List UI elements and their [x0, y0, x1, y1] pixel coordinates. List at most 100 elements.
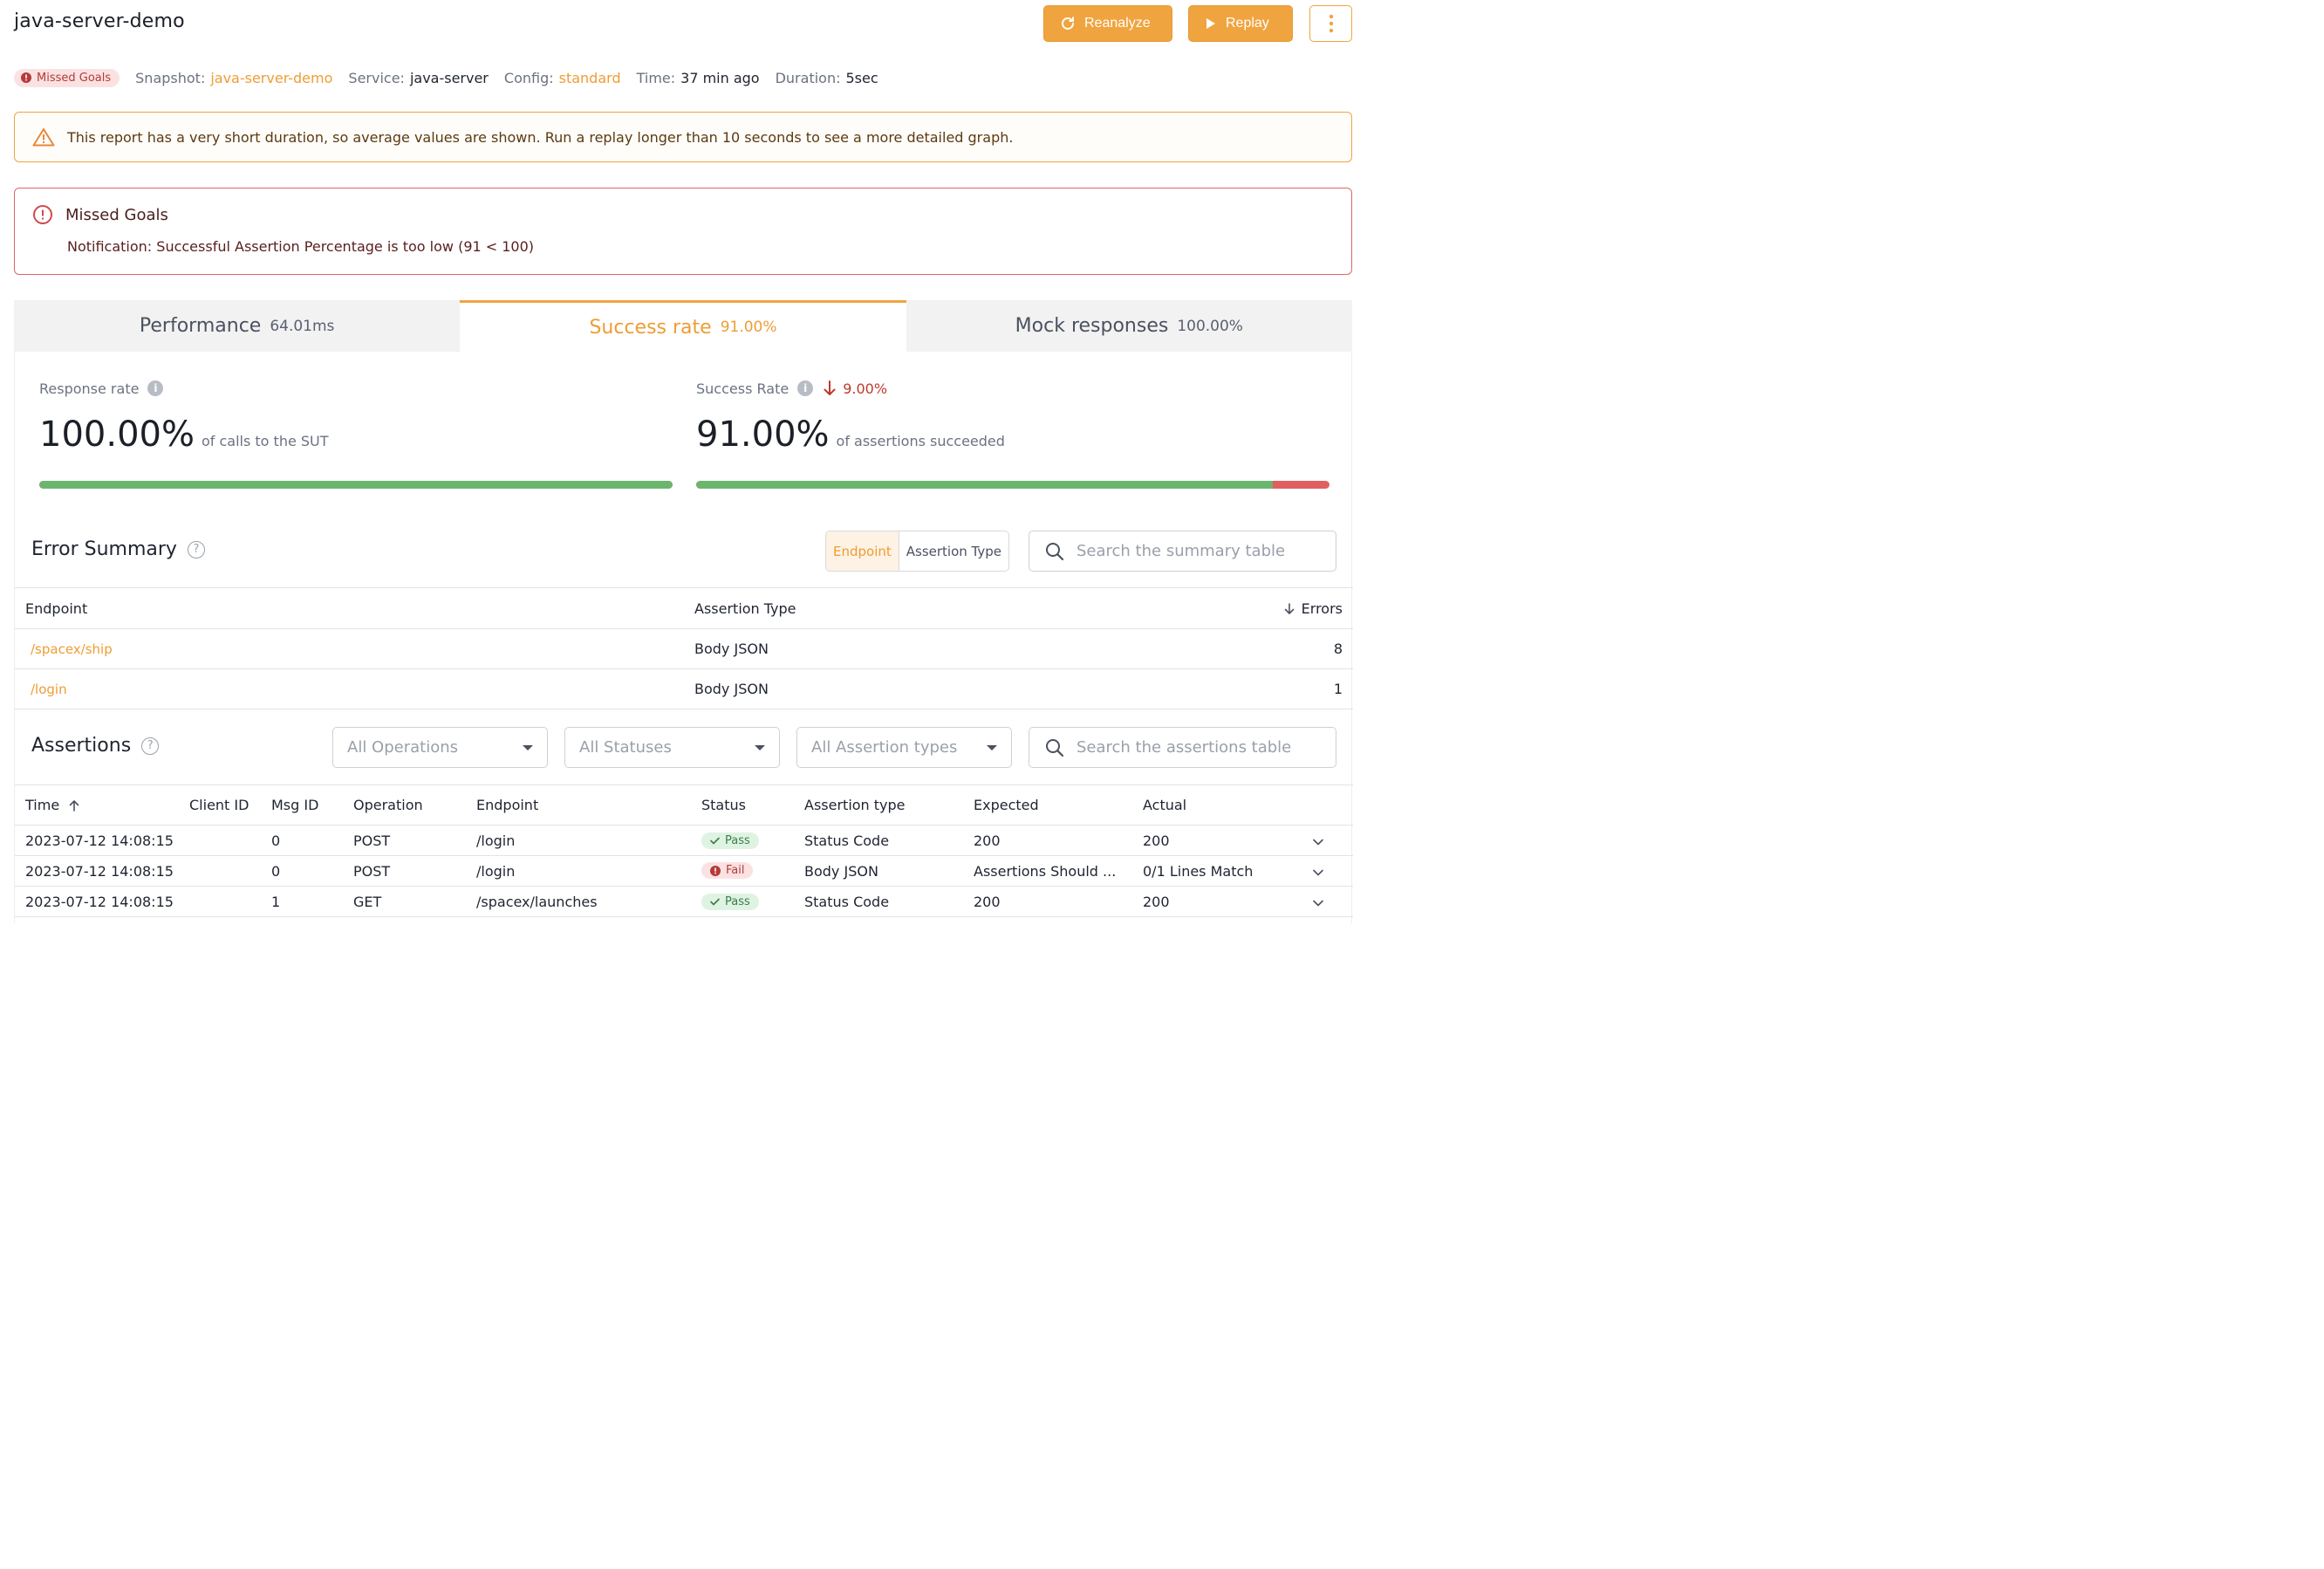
assertion-types-filter[interactable]: All Assertion types [796, 727, 1012, 768]
table-row[interactable]: 2023-07-12 14:08:15 0 POST /login Pass S… [15, 825, 1353, 856]
success-rate-label: Success Rate [696, 380, 789, 397]
operation-cell: GET [343, 886, 466, 917]
response-rate-stat: Response rate i 100.00% of calls to the … [39, 378, 673, 489]
client-id-cell [179, 825, 261, 856]
summary-search-placeholder: Search the summary table [1077, 542, 1286, 560]
toggle-endpoint[interactable]: Endpoint [826, 531, 899, 571]
replay-label: Replay [1226, 16, 1269, 31]
operation-cell: POST [343, 855, 466, 887]
page-title: java-server-demo [14, 10, 185, 32]
time-label: Time: [636, 69, 676, 86]
success-rate-panel: Response rate i 100.00% of calls to the … [14, 352, 1353, 923]
time-cell: 2023-07-12 14:08:15 [15, 855, 179, 887]
toggle-assertion-type[interactable]: Assertion Type [899, 531, 1008, 571]
table-row: /login Body JSON 1 [15, 668, 1353, 709]
status-label: Pass [725, 834, 750, 847]
actual-cell: 0/1 Lines Match [1132, 855, 1302, 887]
status-fail-badge: Fail [701, 862, 754, 880]
play-icon [1206, 18, 1215, 29]
info-icon[interactable]: i [797, 380, 814, 396]
status-label: Fail [726, 864, 745, 878]
service-value: java-server [409, 69, 489, 86]
column-header-msg-id[interactable]: Msg ID [261, 784, 343, 826]
expand-cell[interactable] [1302, 825, 1353, 856]
statuses-filter-value: All Statuses [579, 738, 672, 757]
chevron-down-icon [1313, 900, 1323, 906]
help-icon[interactable]: ? [187, 540, 205, 558]
endpoint-link[interactable]: /spacex/ship [15, 628, 684, 669]
status-cell: Fail [691, 855, 794, 887]
column-header-time[interactable]: Time [15, 784, 179, 826]
errors-cell: 1 [1207, 668, 1353, 709]
column-header-errors[interactable]: Errors [1207, 587, 1353, 629]
alert-icon [710, 865, 721, 876]
column-header-assertion-type[interactable]: Assertion Type [684, 587, 1207, 629]
duration-label: Duration: [775, 69, 841, 86]
check-icon [710, 898, 720, 906]
expand-cell[interactable] [1302, 886, 1353, 917]
group-by-toggle: Endpoint Assertion Type [825, 531, 1010, 572]
warning-text: This report has a very short duration, s… [67, 128, 1014, 146]
statuses-filter[interactable]: All Statuses [564, 727, 780, 768]
column-header-assertion-type[interactable]: Assertion type [794, 784, 963, 826]
column-header-client-id[interactable]: Client ID [179, 784, 261, 826]
table-row: /spacex/ship Body JSON 8 [15, 628, 1353, 669]
table-row[interactable]: 2023-07-12 14:08:15 1 GET /spacex/launch… [15, 886, 1353, 917]
help-icon[interactable]: ? [141, 737, 160, 755]
endpoint-cell: /login [466, 825, 691, 856]
config-link[interactable]: standard [559, 70, 621, 86]
status-cell: Pass [691, 886, 794, 917]
operations-filter[interactable]: All Operations [332, 727, 548, 768]
operation-cell: POST [343, 825, 466, 856]
alert-icon [21, 72, 31, 83]
expand-cell[interactable] [1302, 855, 1353, 887]
config-label: Config: [503, 69, 554, 86]
assertion-type-cell: Body JSON [684, 668, 1207, 709]
reanalyze-label: Reanalyze [1084, 16, 1151, 31]
reanalyze-button[interactable]: Reanalyze [1043, 5, 1172, 42]
replay-button[interactable]: Replay [1188, 5, 1293, 42]
column-header-actual[interactable]: Actual [1132, 784, 1302, 826]
column-header-operation[interactable]: Operation [343, 784, 466, 826]
response-rate-value: 100.00% [39, 415, 195, 455]
response-rate-bar-fill [39, 481, 673, 489]
assertion-type-cell: Body JSON [684, 628, 1207, 669]
operations-filter-value: All Operations [347, 738, 458, 757]
chevron-down-icon [1313, 869, 1323, 875]
snapshot-link[interactable]: java-server-demo [210, 70, 332, 86]
error-summary-title: Error Summary [31, 538, 177, 560]
tab-performance[interactable]: Performance 64.01ms [14, 300, 460, 352]
errors-header-label: Errors [1301, 600, 1343, 617]
tab-mock-responses[interactable]: Mock responses 100.00% [906, 300, 1352, 352]
error-summary-table: Endpoint Assertion Type Errors /spacex/s… [15, 587, 1353, 709]
missed-goals-message: Notification: Successful Assertion Perce… [67, 238, 535, 255]
column-header-status[interactable]: Status [691, 784, 794, 826]
column-header-endpoint[interactable]: Endpoint [15, 587, 684, 629]
table-row[interactable]: 2023-07-12 14:08:15 0 POST /login Fail B… [15, 855, 1353, 887]
info-icon[interactable]: i [147, 380, 164, 396]
tab-value: 64.01ms [270, 317, 335, 335]
success-rate-desc: of assertions succeeded [836, 433, 1005, 449]
errors-cell: 8 [1207, 628, 1353, 669]
tab-success-rate[interactable]: Success rate 91.00% [460, 300, 906, 352]
more-options-button[interactable] [1309, 5, 1352, 42]
assertion-types-filter-value: All Assertion types [811, 738, 958, 757]
msg-id-cell: 0 [261, 825, 343, 856]
status-pass-badge: Pass [701, 832, 759, 849]
endpoint-link[interactable]: /login [15, 668, 684, 709]
column-header-expected[interactable]: Expected [963, 784, 1132, 826]
assertions-search-input[interactable]: Search the assertions table [1029, 727, 1336, 768]
client-id-cell [179, 886, 261, 917]
response-rate-desc: of calls to the SUT [201, 433, 329, 449]
tab-label: Mock responses [1015, 315, 1169, 337]
caret-down-icon [755, 744, 765, 750]
status-label: Pass [725, 895, 750, 908]
msg-id-cell: 1 [261, 886, 343, 917]
tab-label: Success rate [589, 316, 712, 339]
summary-search-input[interactable]: Search the summary table [1029, 531, 1336, 572]
error-summary-heading: Error Summary ? [31, 538, 205, 560]
success-rate-bar-fill [696, 481, 1273, 489]
time-cell: 2023-07-12 14:08:15 [15, 886, 179, 917]
success-rate-value: 91.00% [696, 415, 830, 455]
column-header-endpoint[interactable]: Endpoint [466, 784, 691, 826]
